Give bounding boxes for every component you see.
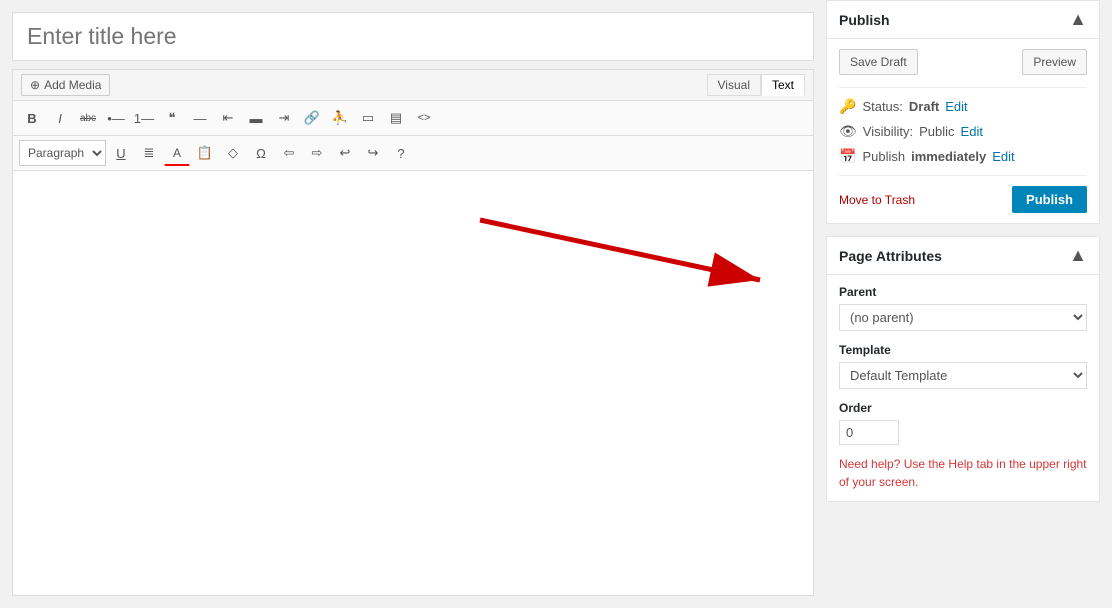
- page-attributes-metabox: Page Attributes ▲ Parent (no parent) Tem…: [826, 236, 1100, 502]
- status-icon: 🔑: [839, 98, 856, 115]
- tab-text[interactable]: Text: [761, 74, 805, 96]
- undo-button[interactable]: ↩: [332, 140, 358, 166]
- visibility-label: Visibility:: [863, 124, 913, 139]
- text-color-button[interactable]: A: [164, 140, 190, 166]
- underline-button[interactable]: U: [108, 140, 134, 166]
- move-trash-link[interactable]: Move to Trash: [839, 193, 915, 207]
- save-draft-button[interactable]: Save Draft: [839, 49, 918, 75]
- schedule-edit-link[interactable]: Edit: [992, 149, 1014, 164]
- editor-top-bar: ⊕ Add Media Visual Text: [13, 70, 813, 101]
- template-label: Template: [839, 343, 1087, 357]
- publish-metabox-header[interactable]: Publish ▲: [827, 1, 1099, 39]
- parent-select[interactable]: (no parent): [839, 304, 1087, 331]
- fullscreen-button[interactable]: ▭: [355, 105, 381, 131]
- publish-title: Publish: [839, 12, 890, 28]
- align-right-button[interactable]: ⇥: [271, 105, 297, 131]
- publish-button[interactable]: Publish: [1012, 186, 1087, 213]
- ol-button[interactable]: 1—: [131, 105, 157, 131]
- hr-button[interactable]: —: [187, 105, 213, 131]
- align-left-button[interactable]: ⇤: [215, 105, 241, 131]
- align-center-button[interactable]: ▬: [243, 105, 269, 131]
- title-input[interactable]: [12, 12, 814, 61]
- page-attributes-title: Page Attributes: [839, 248, 942, 264]
- paragraph-select[interactable]: Paragraph: [19, 140, 106, 166]
- add-media-label: Add Media: [44, 78, 101, 92]
- editor-area: ⊕ Add Media Visual Text B I abc •— 1— ❝ …: [0, 0, 826, 608]
- strikethrough-button[interactable]: abc: [75, 105, 101, 131]
- toolbar-row-1: B I abc •— 1— ❝ — ⇤ ▬ ⇥ 🔗 ⛹ ▭ ▤ <>: [13, 101, 813, 136]
- unlink-button[interactable]: ⛹: [327, 105, 353, 131]
- status-row: 🔑 Status: Draft Edit: [839, 98, 1087, 115]
- redo-button[interactable]: ↪: [360, 140, 386, 166]
- help-button[interactable]: ?: [388, 140, 414, 166]
- status-edit-link[interactable]: Edit: [945, 99, 967, 114]
- publish-toggle-icon[interactable]: ▲: [1069, 9, 1087, 30]
- publish-actions: Save Draft Preview: [839, 49, 1087, 75]
- status-label: Status:: [862, 99, 902, 114]
- outdent-button[interactable]: ⇦: [276, 140, 302, 166]
- visibility-icon: 👁: [839, 123, 857, 140]
- paste-button[interactable]: 📋: [192, 140, 218, 166]
- main-wrapper: ⊕ Add Media Visual Text B I abc •— 1— ❝ …: [0, 0, 1112, 608]
- visibility-value: Public: [919, 124, 954, 139]
- link-button[interactable]: 🔗: [299, 105, 325, 131]
- table-button[interactable]: ▤: [383, 105, 409, 131]
- order-label: Order: [839, 401, 1087, 415]
- editor-content[interactable]: [13, 171, 813, 471]
- ul-button[interactable]: •—: [103, 105, 129, 131]
- indent-button[interactable]: ⇨: [304, 140, 330, 166]
- sidebar: Publish ▲ Save Draft Preview 🔑 Status: D…: [826, 0, 1112, 608]
- page-attributes-header[interactable]: Page Attributes ▲: [827, 237, 1099, 275]
- blockquote-button[interactable]: ❝: [159, 105, 185, 131]
- schedule-label: Publish: [862, 149, 905, 164]
- justify-button[interactable]: ≣: [136, 140, 162, 166]
- omega-button[interactable]: Ω: [248, 140, 274, 166]
- add-media-button[interactable]: ⊕ Add Media: [21, 74, 110, 96]
- editor-box: ⊕ Add Media Visual Text B I abc •— 1— ❝ …: [12, 69, 814, 596]
- visibility-edit-link[interactable]: Edit: [961, 124, 983, 139]
- parent-label: Parent: [839, 285, 1087, 299]
- add-media-icon: ⊕: [30, 78, 40, 92]
- schedule-row: 📅 Publish immediately Edit: [839, 148, 1087, 165]
- publish-info: 🔑 Status: Draft Edit 👁 Visibility: Publi…: [839, 87, 1087, 165]
- editor-tabs: Visual Text: [707, 74, 805, 96]
- status-value: Draft: [909, 99, 939, 114]
- publish-footer: Move to Trash Publish: [839, 175, 1087, 213]
- publish-metabox-body: Save Draft Preview 🔑 Status: Draft Edit …: [827, 39, 1099, 223]
- bold-button[interactable]: B: [19, 105, 45, 131]
- schedule-icon: 📅: [839, 148, 856, 165]
- visibility-row: 👁 Visibility: Public Edit: [839, 123, 1087, 140]
- toolbar-row-2: Paragraph U ≣ A 📋 ◇ Ω ⇦ ⇨ ↩ ↪ ?: [13, 136, 813, 171]
- page-attributes-toggle-icon[interactable]: ▲: [1069, 245, 1087, 266]
- schedule-value: immediately: [911, 149, 986, 164]
- template-select[interactable]: Default Template: [839, 362, 1087, 389]
- clear-format-button[interactable]: ◇: [220, 140, 246, 166]
- help-text: Need help? Use the Help tab in the upper…: [839, 455, 1087, 491]
- tab-visual[interactable]: Visual: [707, 74, 761, 96]
- page-attributes-body: Parent (no parent) Template Default Temp…: [827, 275, 1099, 501]
- preview-button[interactable]: Preview: [1022, 49, 1087, 75]
- code-button[interactable]: <>: [411, 105, 437, 131]
- italic-button[interactable]: I: [47, 105, 73, 131]
- publish-metabox: Publish ▲ Save Draft Preview 🔑 Status: D…: [826, 0, 1100, 224]
- order-input[interactable]: [839, 420, 899, 445]
